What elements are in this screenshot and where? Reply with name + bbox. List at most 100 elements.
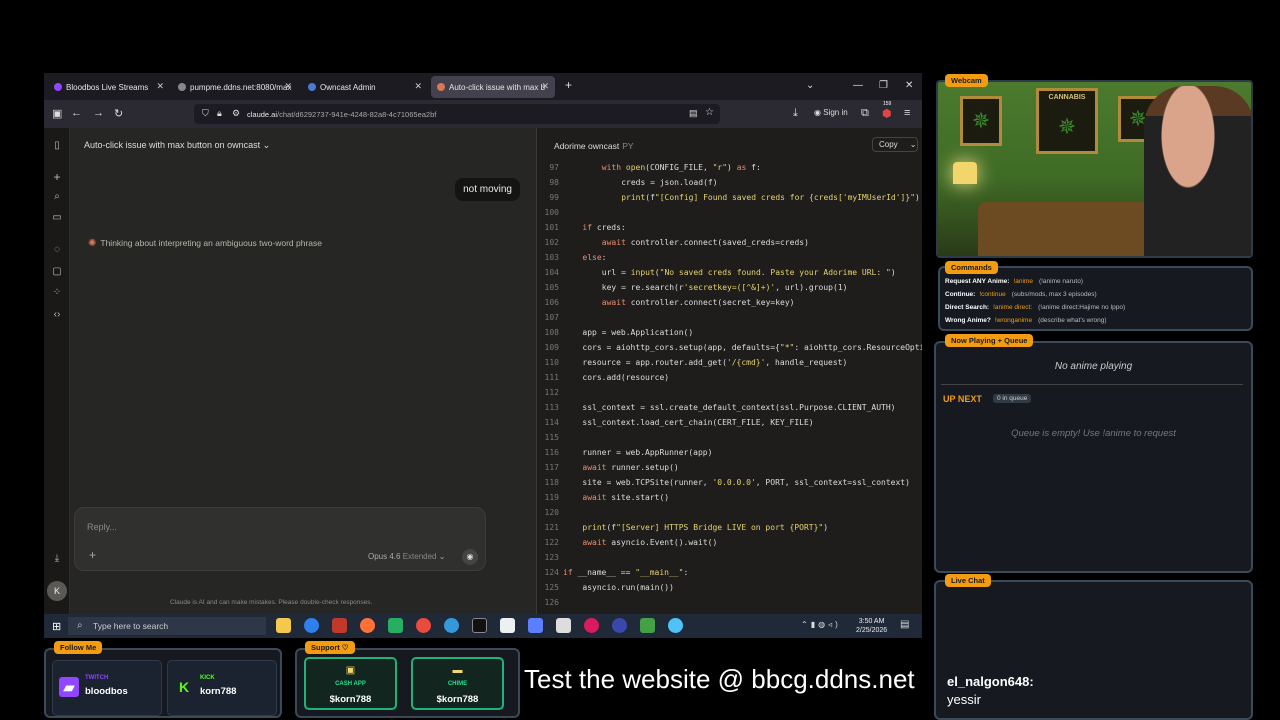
minimize-button[interactable]: —	[853, 80, 863, 91]
sign-in-button[interactable]: ◉ Sign in	[814, 108, 848, 117]
forward-arrow-icon[interactable]: →	[93, 107, 104, 119]
close-tab-icon[interactable]: ✕	[414, 81, 422, 92]
search-icon[interactable]: ⌕	[51, 191, 63, 202]
code-token: )	[890, 268, 896, 277]
address-bar[interactable]: ⛉ 🔒︎ ⚙ claude.ai/chat/d6292737-941e-4248…	[194, 104, 720, 124]
line-number: 124	[544, 568, 559, 577]
new-tab-button[interactable]: +	[565, 78, 572, 92]
tab-pumpme[interactable]: pumpme.ddns.net:8080/max ✕	[172, 76, 298, 98]
adblock-icon[interactable]: ⬢	[882, 107, 892, 120]
download-app-icon[interactable]: ⤓	[51, 553, 63, 564]
code-line: 101 if creds:	[537, 223, 922, 238]
app-icon[interactable]	[388, 618, 403, 633]
code-text: if __name__ == "__main__":	[563, 568, 688, 577]
code-line: 110 resource = app.router.add_get('/{cmd}…	[537, 358, 922, 373]
code-token: url =	[601, 268, 631, 277]
tab-owncast-admin[interactable]: Owncast Admin ✕	[302, 76, 428, 98]
url-text[interactable]: claude.ai/chat/d6292737-941e-4248-82a8-4…	[247, 110, 436, 119]
artifact-pane: Adorime owncastPY Copy⌄ ↻ ✕ 97with open(…	[536, 128, 922, 638]
add-attachment-plus-icon[interactable]: +	[89, 548, 96, 562]
chat-title-button[interactable]: Auto-click issue with max button on ownc…	[84, 140, 270, 151]
line-number: 102	[544, 238, 559, 247]
notifications-icon[interactable]: ▤	[900, 619, 909, 630]
up-next-label: UP NEXT	[943, 394, 982, 404]
tab-label: Bloodbos Live Streams	[66, 82, 149, 92]
close-tab-icon[interactable]: ✕	[156, 81, 164, 92]
projects-icon[interactable]: ▭	[51, 212, 63, 223]
sidebar-toggle-icon[interactable]: ▣	[52, 107, 62, 120]
app-icon[interactable]	[332, 618, 347, 633]
reply-input[interactable]: Reply...	[87, 522, 117, 532]
maximize-button[interactable]: ❐	[879, 80, 888, 91]
code-token: open	[625, 163, 646, 172]
close-tab-icon[interactable]: ✕	[541, 81, 549, 92]
downloads-icon[interactable]: ⤓	[793, 107, 798, 120]
edge-icon[interactable]	[304, 618, 319, 633]
live-chat-panel: el_nalgon648: yessir	[934, 580, 1253, 720]
thinking-indicator[interactable]: ✺ Thinking about interpreting an ambiguou…	[88, 238, 322, 249]
avatar[interactable]: K	[47, 581, 67, 601]
terminal-icon[interactable]	[472, 618, 487, 633]
navigation-bar: ▣ ← → ↻ ⛉ 🔒︎ ⚙ claude.ai/chat/d6292737-9…	[44, 100, 922, 128]
bookmark-star-icon[interactable]: ☆	[705, 107, 714, 118]
chevron-down-icon[interactable]: ⌄	[910, 140, 917, 149]
shield-icon[interactable]: ⛉	[202, 108, 209, 119]
close-tab-icon[interactable]: ✕	[284, 81, 292, 92]
firefox-icon[interactable]	[360, 618, 375, 633]
close-window-button[interactable]: ✕	[905, 80, 913, 91]
chats-icon[interactable]: ◌	[51, 244, 63, 255]
sidebar-toggle-icon[interactable]: ▯	[51, 140, 63, 151]
model-selector[interactable]: Opus 4.6 Extended ⌄	[368, 552, 445, 561]
line-number: 113	[544, 403, 559, 412]
code-text: runner = web.AppRunner(app)	[563, 448, 712, 457]
copy-button[interactable]: Copy ⌄	[872, 137, 918, 152]
app-icon[interactable]	[528, 618, 543, 633]
line-number: 105	[544, 283, 559, 292]
code-token: input	[630, 268, 655, 277]
extensions-icon[interactable]: ⧉	[861, 107, 869, 120]
lock-icon[interactable]: 🔒︎	[217, 108, 222, 119]
windows-start-icon[interactable]: ⊞	[52, 620, 61, 633]
app-icon[interactable]	[500, 618, 515, 633]
artifact-name: Adorime owncast	[554, 141, 620, 151]
tab-bloodbos-live-streams[interactable]: Bloodbos Live Streams ✕	[48, 76, 170, 98]
code-line: 103 else:	[537, 253, 922, 268]
artifacts-icon[interactable]: ▢	[51, 266, 63, 277]
browser-window: Bloodbos Live Streams ✕ pumpme.ddns.net:…	[44, 73, 922, 638]
command-label: Wrong Anime?	[945, 317, 991, 324]
voice-mode-button[interactable]: ◉	[462, 549, 478, 565]
now-playing-title: Now Playing + Queue	[945, 334, 1034, 347]
reload-icon[interactable]: ↻	[114, 107, 123, 120]
list-tabs-chevron-down-icon[interactable]: ⌄	[806, 80, 814, 91]
app-icon[interactable]	[416, 618, 431, 633]
app-icon[interactable]	[556, 618, 571, 633]
file-explorer-icon[interactable]	[276, 618, 291, 633]
clock-date: 2/25/2026	[856, 627, 888, 634]
code-icon[interactable]: ‹›	[51, 309, 63, 320]
reader-view-icon[interactable]: ▤	[689, 108, 698, 119]
code-token: ssl_context = ssl.create_default_context…	[582, 403, 896, 412]
menu-hamburger-icon[interactable]: ≡	[904, 107, 910, 119]
tab-auto-click-issue[interactable]: Auto-click issue with max button ✕	[431, 76, 555, 98]
line-number: 111	[544, 373, 559, 382]
command-label: Direct Search:	[945, 304, 990, 311]
site-permissions-icon[interactable]: ⚙	[232, 108, 240, 119]
system-tray[interactable]: ⌃▮◍◃)	[801, 620, 841, 629]
reply-composer[interactable]: Reply... + Opus 4.6 Extended ⌄ ◉	[74, 507, 486, 571]
code-token: cors.add(resource)	[582, 373, 670, 382]
app-icon[interactable]	[584, 618, 599, 633]
app-icon[interactable]	[444, 618, 459, 633]
apps-grid-icon[interactable]: ⁘	[51, 287, 63, 298]
chrome-icon[interactable]	[668, 618, 683, 633]
command-name: !anime	[1013, 278, 1033, 285]
back-arrow-icon[interactable]: ←	[71, 107, 82, 119]
claude-spark-icon: ✺	[88, 238, 97, 249]
app-icon[interactable]	[612, 618, 627, 633]
code-token: else	[582, 253, 602, 262]
new-chat-plus-icon[interactable]: +	[51, 170, 63, 184]
app-icon[interactable]	[640, 618, 655, 633]
code-token: asyncio.run(main())	[582, 583, 674, 592]
code-text: print(f"[Config] Found saved creds for {…	[563, 193, 920, 202]
taskbar-search[interactable]: ⌕ Type here to search	[68, 617, 266, 635]
clock[interactable]: 3:50 AM 2/25/2026	[856, 617, 887, 635]
